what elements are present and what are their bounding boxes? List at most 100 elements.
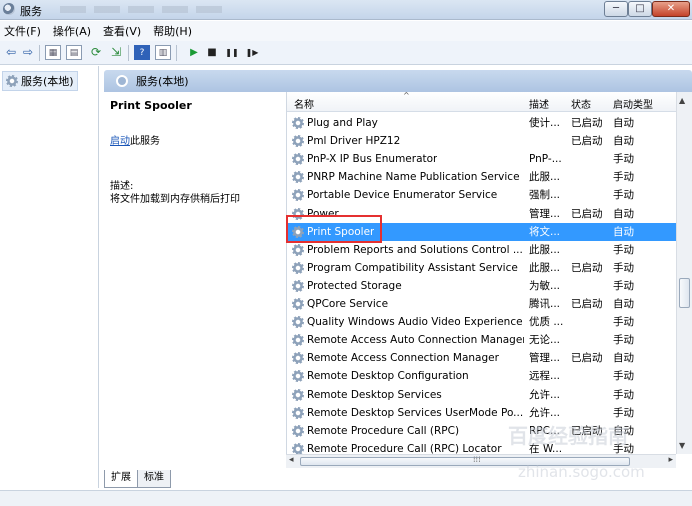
start-service-icon[interactable]: ▶ [186, 45, 202, 60]
service-description-cell: 腾讯... [529, 298, 561, 310]
scroll-right-icon[interactable]: ▸ [668, 455, 673, 465]
column-header-name[interactable]: 名称 [294, 96, 314, 111]
export-list-icon[interactable]: ⇲ [108, 45, 124, 60]
service-startup-type-cell: 自动 [613, 117, 634, 129]
status-bar [0, 490, 692, 506]
table-row[interactable]: Remote Access Auto Connection Manager 无论.… [287, 331, 677, 349]
tab-extended[interactable]: 扩展 [104, 470, 138, 488]
start-service-line: 启动此服务 [110, 132, 160, 147]
menu-file[interactable]: 文件(F) [4, 23, 41, 39]
forward-arrow-icon[interactable]: ⇨ [20, 45, 36, 60]
table-row[interactable]: Program Compatibility Assistant Service 此… [287, 259, 677, 277]
table-row[interactable]: Quality Windows Audio Video Experience 优质… [287, 313, 677, 331]
restart-service-icon[interactable]: ❚▶ [244, 45, 260, 60]
service-startup-type-cell: 手动 [613, 406, 634, 419]
service-description-cell: 将文... [529, 225, 561, 238]
gear-icon [292, 135, 304, 148]
properties-icon[interactable]: ▤ [66, 45, 82, 60]
toolbar-separator [128, 45, 129, 61]
service-name-text: Remote Access Auto Connection Manager [307, 334, 524, 347]
gear-icon [292, 153, 304, 166]
service-status-cell: 已启动 [571, 261, 603, 274]
service-description-cell: PnP-... [529, 153, 562, 166]
tab-standard[interactable]: 标准 [137, 470, 171, 488]
scroll-left-icon[interactable]: ◂ [289, 455, 294, 465]
services-header-icon [116, 75, 128, 87]
minimize-button[interactable]: ─ [604, 1, 628, 17]
close-button[interactable]: ✕ [652, 1, 690, 17]
service-status-cell: 已启动 [571, 207, 603, 220]
service-status-cell: 已启动 [571, 117, 603, 129]
service-name-cell: QPCore Service [292, 295, 524, 313]
gear-icon [292, 189, 304, 202]
pause-service-icon[interactable]: ❚❚ [224, 45, 240, 60]
gear-icon [292, 442, 304, 455]
menu-help[interactable]: 帮助(H) [153, 23, 192, 39]
service-startup-type-cell: 手动 [613, 189, 634, 202]
tree-item-services-local[interactable]: 服务(本地) [2, 71, 78, 91]
column-header-status[interactable]: 状态 [571, 96, 591, 111]
column-header-description[interactable]: 描述 [529, 96, 549, 111]
gear-icon [292, 279, 304, 292]
service-name-cell: Remote Desktop Services [292, 386, 524, 404]
help-icon[interactable]: ? [134, 45, 150, 60]
start-service-link[interactable]: 启动 [110, 136, 130, 147]
service-description-cell: 此服... [529, 243, 561, 256]
vertical-scroll-thumb[interactable] [679, 278, 690, 308]
table-row[interactable]: Remote Desktop Services 允许... 手动 [287, 386, 677, 404]
menu-action[interactable]: 操作(A) [53, 23, 91, 39]
vertical-scrollbar[interactable]: ▲ ▼ [676, 92, 692, 454]
service-description-cell: 管理... [529, 352, 561, 365]
back-arrow-icon[interactable]: ⇦ [3, 45, 19, 60]
table-row[interactable]: Remote Desktop Configuration 远程... 手动 [287, 367, 677, 385]
table-row[interactable]: Pml Driver HPZ12 已启动 自动 [287, 132, 677, 150]
scroll-up-icon[interactable]: ▲ [679, 96, 685, 105]
services-app-icon [3, 3, 15, 15]
table-row[interactable]: QPCore Service 腾讯... 已启动 自动 [287, 295, 677, 313]
service-description-cell: 允许... [529, 388, 561, 401]
service-name-cell: Plug and Play [292, 114, 524, 132]
service-name-text: Remote Desktop Services UserMode Po... [307, 406, 524, 419]
service-startup-type-cell: 手动 [613, 334, 634, 347]
gear-icon [292, 388, 304, 401]
window-title: 服务 [20, 5, 42, 18]
service-status-cell: 已启动 [571, 135, 603, 148]
service-startup-type-cell: 手动 [613, 316, 634, 329]
table-row[interactable]: Remote Desktop Services UserMode Po... 允许… [287, 404, 677, 422]
column-header-startup-type[interactable]: 启动类型 [613, 96, 653, 111]
table-row[interactable]: Plug and Play 使计... 已启动 自动 [287, 114, 677, 132]
refresh-icon[interactable]: ⟳ [88, 45, 104, 60]
gear-icon [292, 352, 304, 365]
stop-service-icon[interactable]: ■ [204, 45, 220, 60]
gear-icon [292, 406, 304, 419]
gear-icon [292, 117, 304, 129]
service-name-text: Portable Device Enumerator Service [307, 189, 498, 202]
service-status-cell: 已启动 [571, 352, 603, 365]
table-row[interactable]: Protected Storage 为敏... 手动 [287, 277, 677, 295]
maximize-button[interactable]: □ [628, 1, 652, 17]
blurred-title-area [60, 6, 230, 13]
service-name-text: QPCore Service [307, 298, 389, 310]
service-description-cell: 远程... [529, 370, 561, 383]
service-name-text: Protected Storage [307, 279, 402, 292]
table-row[interactable]: Portable Device Enumerator Service 强制... 手… [287, 186, 677, 204]
red-highlight-annotation [286, 215, 382, 243]
service-startup-type-cell: 自动 [613, 225, 634, 238]
service-name-text: Remote Desktop Configuration [307, 370, 469, 383]
table-row[interactable]: PnP-X IP Bus Enumerator PnP-... 手动 [287, 150, 677, 168]
service-name-cell: Problem Reports and Solutions Control ..… [292, 241, 524, 259]
table-row[interactable]: Remote Access Connection Manager 管理... 已启动… [287, 349, 677, 367]
show-hide-icon[interactable]: ▥ [155, 45, 171, 60]
menu-view[interactable]: 查看(V) [103, 23, 141, 39]
gear-icon [292, 243, 304, 256]
scroll-down-icon[interactable]: ▼ [679, 441, 685, 450]
service-name-cell: Program Compatibility Assistant Service [292, 259, 524, 277]
gear-icon [6, 75, 18, 87]
service-description-cell: 允许... [529, 406, 561, 419]
table-row[interactable]: PNRP Machine Name Publication Service 此服.… [287, 168, 677, 186]
service-name-cell: Remote Desktop Configuration [292, 367, 524, 385]
table-row[interactable]: Problem Reports and Solutions Control ..… [287, 241, 677, 259]
gear-icon [292, 261, 304, 274]
service-startup-type-cell: 手动 [613, 171, 634, 184]
console-tree-icon[interactable]: ▦ [45, 45, 61, 60]
